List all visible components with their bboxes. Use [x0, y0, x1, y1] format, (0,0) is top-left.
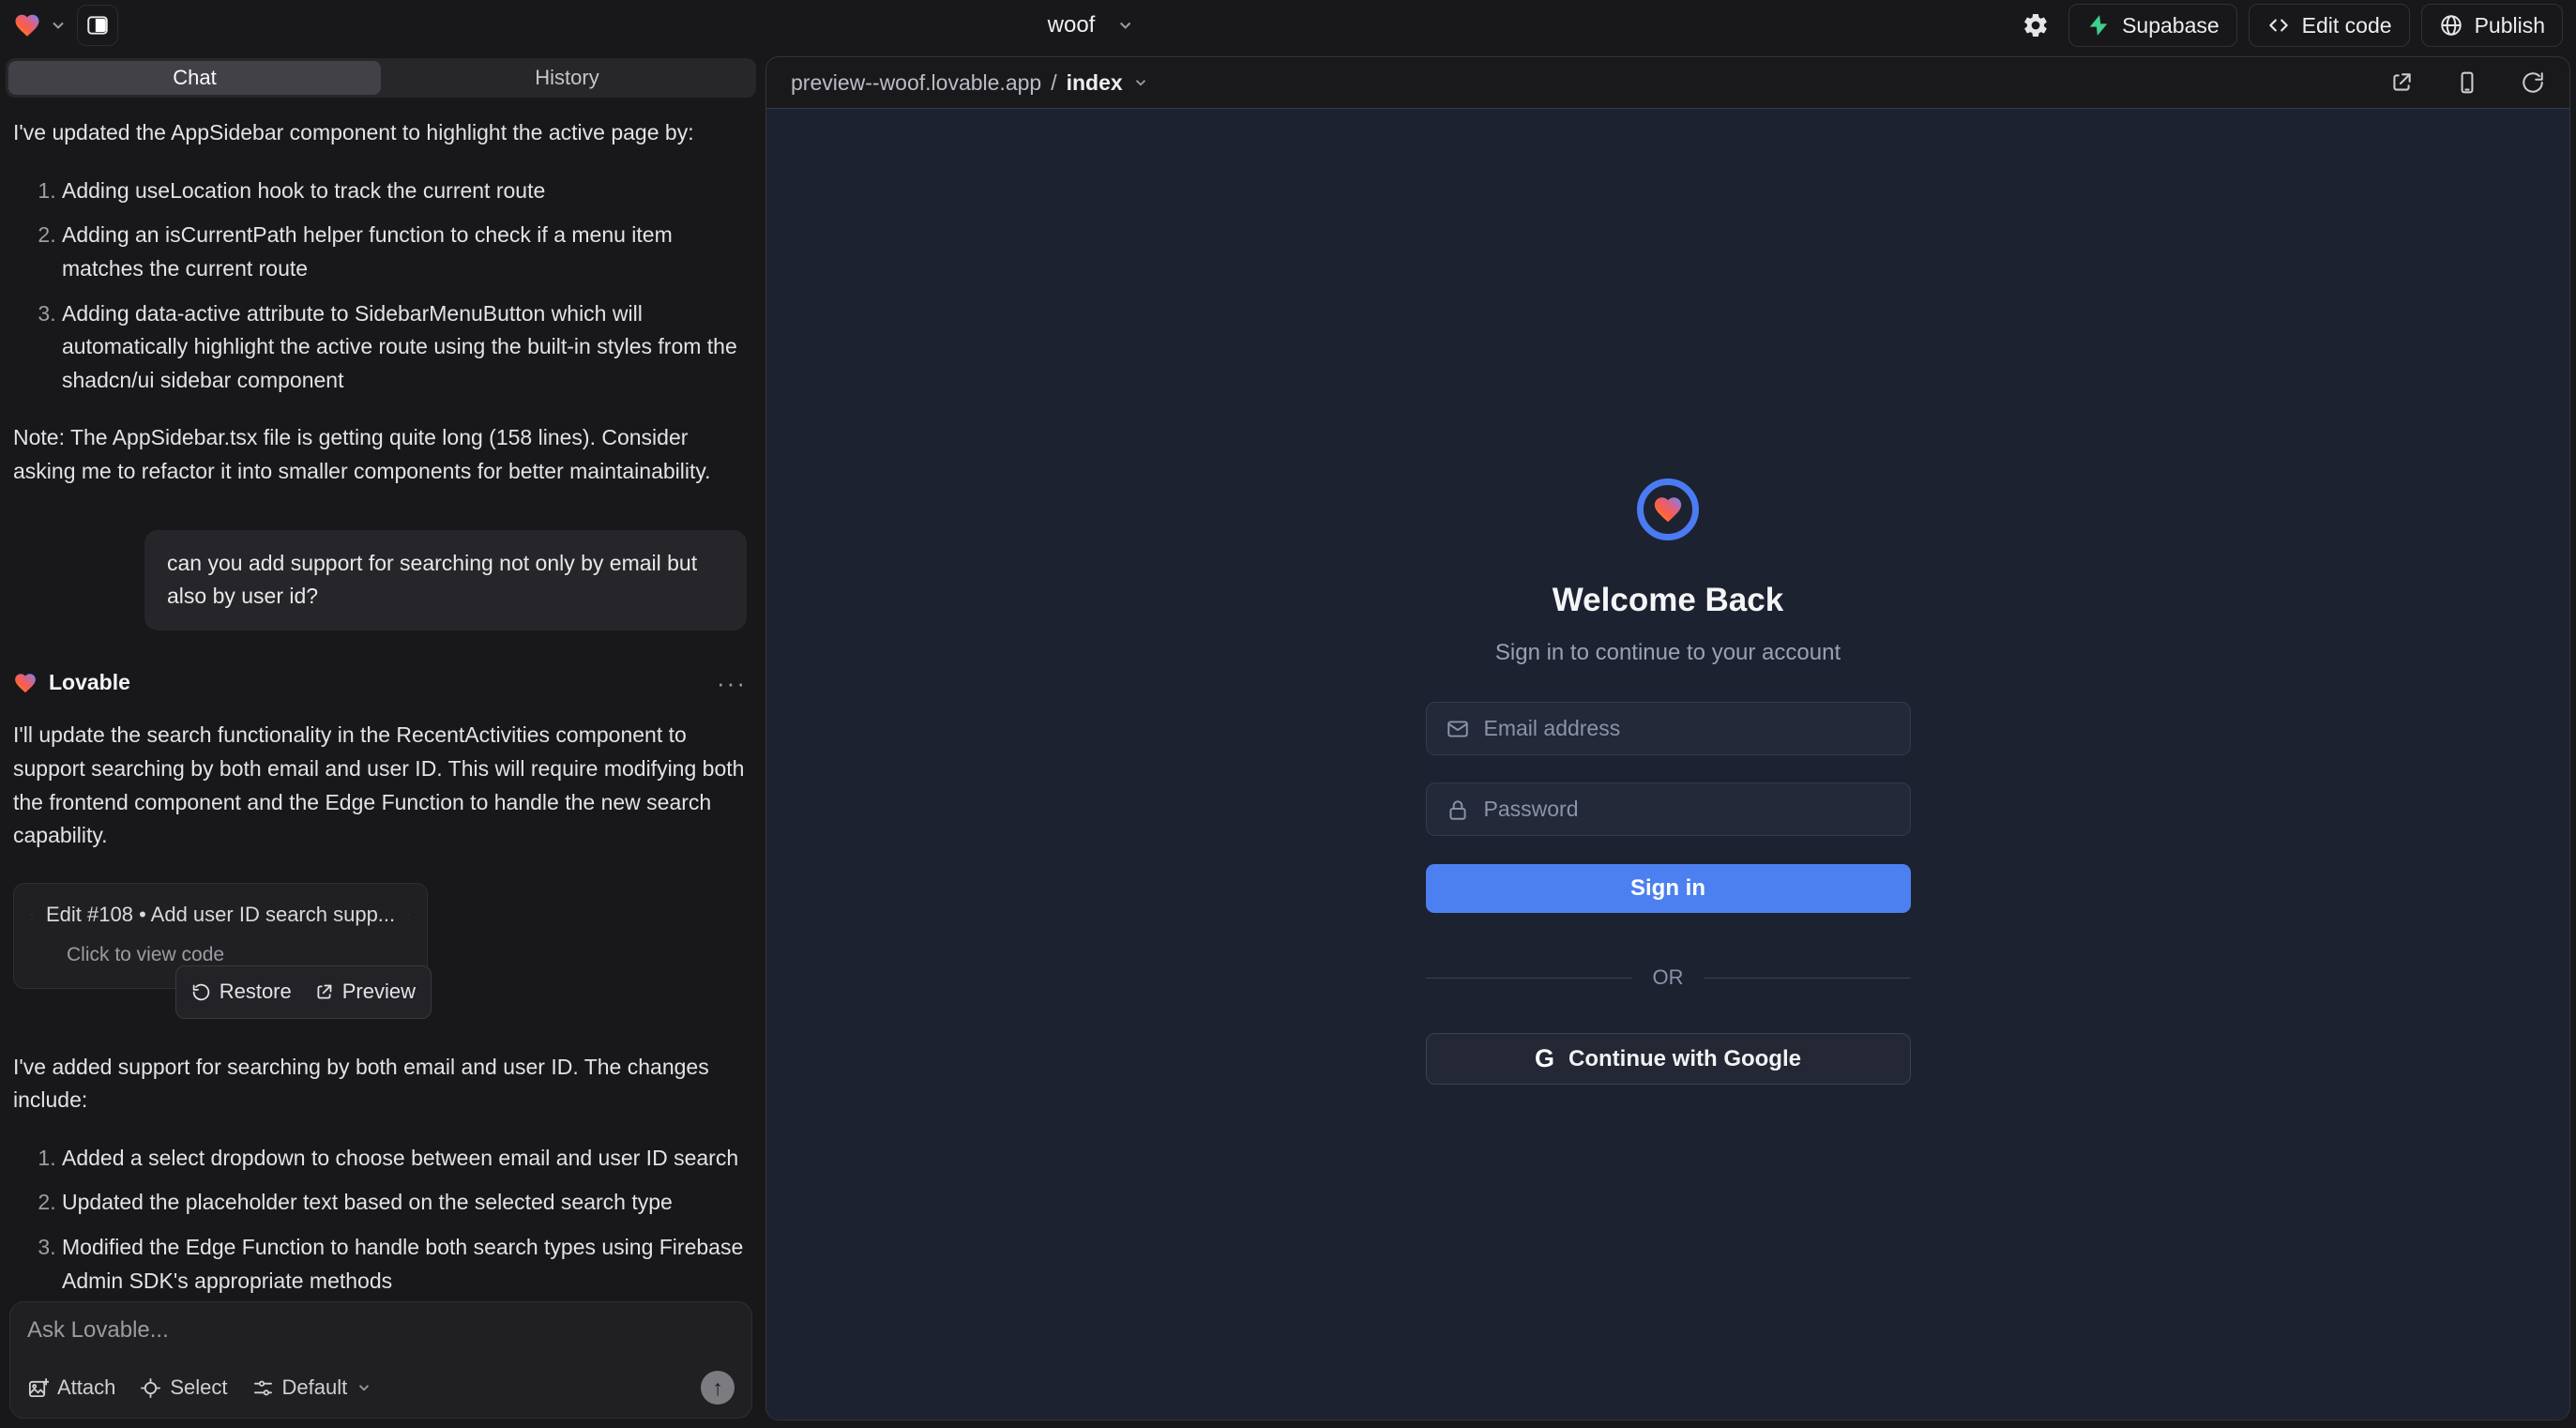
preview-iframe-content: Welcome Back Sign in to continue to your… [766, 108, 2569, 1420]
edit-card-wrapper: Edit #108 • Add user ID search supp... C… [13, 883, 428, 989]
select-label: Select [170, 1375, 227, 1400]
supabase-label: Supabase [2122, 13, 2220, 38]
publish-button[interactable]: Publish [2421, 4, 2563, 47]
list-item: Modified the Edge Function to handle bot… [62, 1231, 747, 1294]
open-in-new-tab-button[interactable] [2389, 70, 2414, 95]
divider-label: OR [1653, 965, 1684, 990]
user-message-bubble: can you add support for searching not on… [144, 530, 747, 630]
publish-label: Publish [2475, 13, 2545, 38]
composer: Attach Select Default ↑ [9, 1301, 752, 1419]
preview-button[interactable]: Preview [314, 976, 416, 1008]
google-g-icon: G [1535, 1044, 1554, 1073]
restore-button[interactable]: Restore [191, 976, 292, 1008]
url-page: index [1067, 70, 1123, 96]
attach-image-icon [27, 1377, 49, 1399]
external-link-icon [314, 982, 334, 1002]
list-item: Adding data-active attribute to SidebarM… [62, 297, 747, 398]
google-button-label: Continue with Google [1568, 1046, 1801, 1072]
attach-button[interactable]: Attach [27, 1375, 115, 1400]
chat-history-tabs: Chat History [6, 58, 756, 98]
assistant-header: Lovable ··· [13, 664, 747, 702]
lock-icon [1446, 798, 1470, 822]
assistant-message-text: I've added support for searching by both… [13, 1051, 747, 1117]
page-title: Welcome Back [1553, 582, 1783, 619]
url-host: preview--woof.lovable.app [791, 70, 1041, 96]
message-more-menu-icon[interactable]: ··· [717, 664, 747, 702]
project-chevron-down-icon[interactable] [1115, 16, 1134, 35]
continue-with-google-button[interactable]: G Continue with Google [1426, 1033, 1911, 1085]
chevron-down-icon [356, 1379, 372, 1396]
mode-dropdown[interactable]: Default [252, 1375, 373, 1400]
signin-card: Welcome Back Sign in to continue to your… [1426, 109, 1911, 1420]
app-window: woof Supabase Edit code Publish [0, 0, 2576, 1428]
send-button[interactable]: ↑ [701, 1371, 735, 1405]
code-icon [31, 904, 33, 926]
edit-code-button[interactable]: Edit code [2249, 4, 2410, 47]
preview-label: Preview [342, 976, 416, 1008]
preview-panel: preview--woof.lovable.app / index [765, 56, 2570, 1420]
divider-line [1705, 978, 1911, 979]
heart-logo-icon [1652, 494, 1684, 525]
select-button[interactable]: Select [140, 1375, 227, 1400]
assistant-numbered-list: Added a select dropdown to choose betwee… [13, 1142, 747, 1294]
tab-chat[interactable]: Chat [8, 61, 381, 95]
divider-line [1426, 978, 1632, 979]
lovable-heart-icon [13, 671, 38, 695]
edit-code-label: Edit code [2302, 13, 2392, 38]
settings-button[interactable] [2014, 4, 2057, 47]
assistant-numbered-list: Adding useLocation hook to track the cur… [13, 175, 747, 398]
mail-icon [1446, 717, 1470, 741]
top-bar: woof Supabase Edit code Publish [0, 0, 2576, 51]
sliders-icon [252, 1377, 274, 1399]
chat-panel: Chat History I've updated the AppSidebar… [0, 51, 762, 1428]
chevron-down-icon [1132, 74, 1149, 91]
project-title: woof [1048, 12, 1096, 38]
preview-browser-bar: preview--woof.lovable.app / index [766, 57, 2569, 108]
tab-history[interactable]: History [381, 61, 753, 95]
globe-icon [2439, 13, 2463, 38]
attach-label: Attach [57, 1375, 115, 1400]
supabase-bolt-icon [2086, 13, 2111, 38]
chat-message-list[interactable]: I've updated the AppSidebar component to… [0, 98, 762, 1294]
or-divider: OR [1426, 965, 1911, 990]
external-link-icon [2389, 70, 2414, 95]
toggle-sidebar-button[interactable] [77, 5, 118, 46]
email-field[interactable] [1484, 716, 1891, 741]
list-item: Added a select dropdown to choose betwee… [62, 1142, 747, 1176]
list-item: Updated the placeholder text based on th… [62, 1186, 747, 1220]
gear-icon [2022, 11, 2050, 39]
edit-card-title: Edit #108 • Add user ID search supp... [46, 899, 395, 931]
chevron-right-icon [408, 904, 410, 925]
restore-label: Restore [220, 976, 292, 1008]
assistant-name: Lovable [49, 666, 130, 700]
mobile-device-icon [2455, 70, 2479, 95]
list-item: Adding useLocation hook to track the cur… [62, 175, 747, 208]
restore-icon [191, 982, 211, 1002]
url-separator: / [1051, 70, 1056, 96]
assistant-message-text: I've updated the AppSidebar component to… [13, 116, 747, 150]
chat-input[interactable] [27, 1317, 735, 1360]
page-subtitle: Sign in to continue to your account [1495, 640, 1841, 666]
app-logo [1637, 479, 1699, 540]
sign-in-button[interactable]: Sign in [1426, 864, 1911, 913]
code-icon [2266, 13, 2291, 38]
lovable-project-menu[interactable] [13, 11, 68, 39]
assistant-message-text: I'll update the search functionality in … [13, 719, 747, 853]
mobile-view-button[interactable] [2455, 70, 2479, 95]
supabase-button[interactable]: Supabase [2068, 4, 2237, 47]
password-field[interactable] [1484, 797, 1891, 822]
email-field-wrapper [1426, 702, 1911, 755]
list-item: Adding an isCurrentPath helper function … [62, 219, 747, 285]
lovable-heart-icon [13, 11, 41, 39]
restore-preview-pill: Restore Preview [175, 965, 432, 1018]
refresh-icon [2521, 70, 2545, 95]
assistant-note-text: Note: The AppSidebar.tsx file is getting… [13, 421, 747, 488]
password-field-wrapper [1426, 782, 1911, 836]
chevron-down-icon [49, 16, 68, 35]
preview-url[interactable]: preview--woof.lovable.app / index [791, 70, 1149, 96]
refresh-button[interactable] [2521, 70, 2545, 95]
sidebar-toggle-icon [85, 13, 110, 38]
mode-label: Default [282, 1375, 348, 1400]
select-target-icon [140, 1377, 161, 1399]
